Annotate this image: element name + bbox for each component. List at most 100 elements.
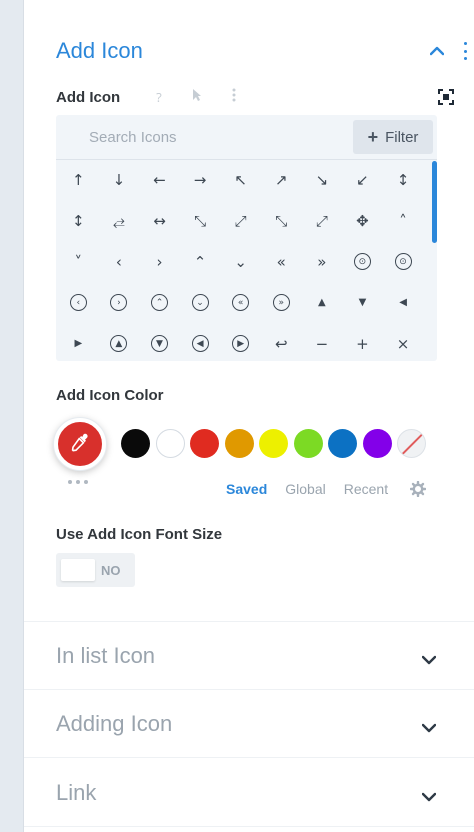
arrow-up-left-icon[interactable]: ↖ xyxy=(220,160,261,201)
icon-picker: + Filter ↑↓←→↖↗↘↙↕↕⥄↔⤡⤢⤡⤢✥˄˅‹›⌃⌄«»⊙⊙‹›⌃⌄… xyxy=(56,115,437,361)
triangle-down-icon[interactable]: ▼ xyxy=(342,282,383,323)
eyedropper-icon xyxy=(70,432,90,457)
circle-double-left-icon[interactable]: « xyxy=(220,282,261,323)
label-tools: ? xyxy=(156,88,236,106)
circle-caret-down-icon[interactable]: ⊙ xyxy=(383,242,424,283)
section-title: Adding Icon xyxy=(56,711,173,736)
circle-double-up-icon[interactable]: ⌃ xyxy=(139,282,180,323)
field-label-row: Add Icon ? xyxy=(56,86,456,108)
arrow-up-down-icon[interactable]: ↕ xyxy=(383,160,424,201)
section-divider xyxy=(24,826,474,827)
help-icon[interactable]: ? xyxy=(156,88,162,106)
undo-icon[interactable]: ↩ xyxy=(261,323,302,361)
font-size-toggle[interactable]: NO xyxy=(56,553,135,587)
caret-down-icon[interactable]: ˅ xyxy=(58,242,99,283)
arrow-right-icon[interactable]: → xyxy=(180,160,221,201)
arrow-down-right-icon[interactable]: ↘ xyxy=(302,160,343,201)
section-divider xyxy=(24,757,474,758)
left-rail xyxy=(0,0,24,832)
arrow-up-icon[interactable]: ↑ xyxy=(58,160,99,201)
toggle-value: NO xyxy=(101,562,121,578)
circle-caret-up-icon[interactable]: ⊙ xyxy=(342,242,383,283)
more-colors-icon[interactable] xyxy=(68,480,88,484)
field-kebab-icon[interactable] xyxy=(232,88,236,106)
icon-grid: ↑ ↓ ← → ↖ ↗ ↘ ↙ ↕ ↕ ⥄ ↔ ⤡ ⤢ ⤡ ⤢ ✥ ˄ ˅ ‹ › ⌃ ⌄ «» ⊙ ⊙ ‹ › ⌃ ⌄ «» ▲ ▼ ◀ ▶ ▲ ▼ ◀… xyxy=(56,160,430,361)
circle-triangle-down-icon[interactable]: ▼ xyxy=(139,323,180,361)
collapse-icon[interactable]: ⤡ xyxy=(261,201,302,242)
double-caret-down-icon[interactable]: ⌄ xyxy=(220,242,261,283)
double-caret-right-icon[interactable]: » xyxy=(302,242,343,283)
pointer-icon[interactable] xyxy=(192,88,202,106)
swatch-black[interactable] xyxy=(121,429,150,458)
gear-icon[interactable] xyxy=(409,480,427,498)
swatch-purple[interactable] xyxy=(362,429,392,458)
swatch-orange[interactable] xyxy=(224,429,254,458)
move-icon[interactable]: ✥ xyxy=(342,201,383,242)
tab-saved[interactable]: Saved xyxy=(226,481,267,497)
section-adding-icon[interactable]: Adding Icon xyxy=(56,707,438,741)
color-picker-button[interactable] xyxy=(54,418,106,470)
chevron-down-icon xyxy=(421,648,438,665)
font-size-label: Use Add Icon Font Size xyxy=(56,526,223,543)
chevron-up-icon[interactable] xyxy=(428,42,446,60)
focus-icon[interactable] xyxy=(438,88,456,106)
arrow-down-left-icon[interactable]: ↙ xyxy=(342,160,383,201)
arrow-horizontal-alt-icon[interactable]: ⥄ xyxy=(99,201,140,242)
filter-button[interactable]: + Filter xyxy=(353,120,433,154)
section-link[interactable]: Link xyxy=(56,776,438,810)
double-caret-left-icon[interactable]: « xyxy=(261,242,302,283)
circle-triangle-left-icon[interactable]: ◀ xyxy=(180,323,221,361)
palette-tabs: Saved Global Recent xyxy=(226,480,427,498)
arrow-left-right-icon[interactable]: ↔ xyxy=(139,201,180,242)
kebab-menu-icon[interactable] xyxy=(462,42,468,60)
minus-icon[interactable]: − xyxy=(302,323,343,361)
triangle-up-icon[interactable]: ▲ xyxy=(302,282,343,323)
picker-scrollbar[interactable] xyxy=(432,161,437,243)
double-caret-up-icon[interactable]: ⌃ xyxy=(180,242,221,283)
circle-triangle-up-icon[interactable]: ▲ xyxy=(99,323,140,361)
arrow-vertical-icon[interactable]: ↕ xyxy=(58,201,99,242)
caret-up-icon[interactable]: ˄ xyxy=(383,201,424,242)
group-header[interactable]: Add Icon xyxy=(56,34,468,68)
section-divider xyxy=(24,621,474,622)
color-swatches xyxy=(121,429,426,458)
plus-icon: + xyxy=(367,127,379,147)
swatch-none[interactable] xyxy=(397,429,426,458)
tab-global[interactable]: Global xyxy=(285,481,325,497)
toggle-knob xyxy=(61,559,95,581)
swatch-red[interactable] xyxy=(190,429,219,458)
expand-diagonal-alt-icon[interactable]: ⤢ xyxy=(220,201,261,242)
header-actions xyxy=(428,42,468,60)
arrow-up-right-icon[interactable]: ↗ xyxy=(261,160,302,201)
swatch-yellow[interactable] xyxy=(259,429,288,458)
circle-double-down-icon[interactable]: ⌄ xyxy=(180,282,221,323)
circle-caret-left-icon[interactable]: ‹ xyxy=(58,282,99,323)
triangle-right-icon[interactable]: ▶ xyxy=(58,323,99,361)
triangle-left-icon[interactable]: ◀ xyxy=(383,282,424,323)
caret-right-icon[interactable]: › xyxy=(139,242,180,283)
plus-icon[interactable]: + xyxy=(342,323,383,361)
swatch-green[interactable] xyxy=(293,429,323,458)
circle-caret-right-icon[interactable]: › xyxy=(99,282,140,323)
circle-triangle-right-icon[interactable]: ▶ xyxy=(220,323,261,361)
color-label: Add Icon Color xyxy=(56,387,164,404)
expand-diagonal-icon[interactable]: ⤡ xyxy=(180,201,221,242)
chevron-down-icon xyxy=(421,785,438,802)
picker-toolbar: + Filter xyxy=(56,115,437,159)
field-label: Add Icon xyxy=(56,88,121,106)
expand-icon[interactable]: ⤢ xyxy=(302,201,343,242)
settings-panel: Add Icon Add Icon ? Search Icons + Filte… xyxy=(24,0,474,832)
chevron-down-icon xyxy=(421,716,438,733)
arrow-down-icon[interactable]: ↓ xyxy=(99,160,140,201)
section-in-list-icon[interactable]: In list Icon xyxy=(56,639,438,673)
swatch-blue[interactable] xyxy=(328,429,357,458)
swatch-white[interactable] xyxy=(155,429,185,458)
group-title: Add Icon xyxy=(56,38,143,63)
arrow-left-icon[interactable]: ← xyxy=(139,160,180,201)
tab-recent[interactable]: Recent xyxy=(344,481,388,497)
circle-double-right-icon[interactable]: » xyxy=(261,282,302,323)
close-icon[interactable]: × xyxy=(383,323,424,361)
section-title: In list Icon xyxy=(56,643,156,668)
search-icons-input[interactable] xyxy=(89,128,329,146)
caret-left-icon[interactable]: ‹ xyxy=(99,242,140,283)
